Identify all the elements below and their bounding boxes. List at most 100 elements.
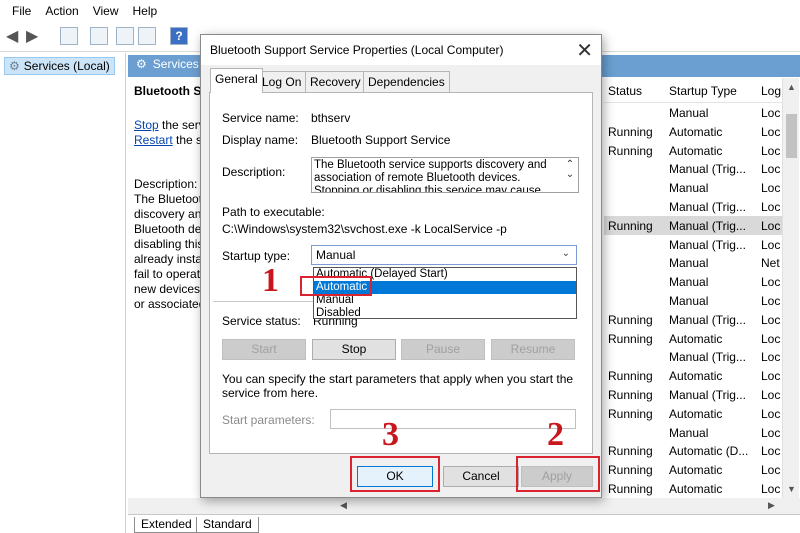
menu-file[interactable]: File — [6, 4, 39, 18]
row-log-on-as[interactable]: Loc — [761, 332, 781, 346]
tab-general[interactable]: General — [210, 68, 263, 93]
row-log-on-as[interactable]: Loc — [761, 444, 781, 458]
row-startup-type[interactable]: Manual — [669, 256, 708, 270]
help-icon[interactable]: ? — [170, 27, 188, 45]
highlight-box-apply — [516, 456, 600, 492]
forward-arrow-icon[interactable]: ▶ — [26, 26, 38, 46]
row-startup-type[interactable]: Manual — [669, 106, 708, 120]
startup-type-select[interactable]: Manual ⌄ — [311, 245, 577, 265]
row-log-on-as[interactable]: Loc — [761, 369, 781, 383]
row-startup-type[interactable]: Manual — [669, 426, 708, 440]
row-status[interactable]: Running — [608, 144, 653, 158]
row-log-on-as[interactable]: Loc — [761, 162, 781, 176]
row-status[interactable]: Running — [608, 463, 653, 477]
row-startup-type[interactable]: Automatic — [669, 369, 722, 383]
menu-help[interactable]: Help — [127, 4, 166, 18]
resume-button[interactable]: Resume — [491, 339, 575, 360]
column-header-startup-type[interactable]: Startup Type — [669, 84, 737, 98]
view-tabs: Extended Standard — [128, 514, 800, 533]
path-label: Path to executable: — [222, 205, 325, 219]
row-status[interactable]: Running — [608, 219, 653, 233]
start-parameters-input[interactable] — [330, 409, 576, 429]
horizontal-scrollbar[interactable]: ◀ ▶ — [128, 498, 800, 514]
row-log-on-as[interactable]: Loc — [761, 181, 781, 195]
row-startup-type[interactable]: Automatic — [669, 332, 722, 346]
row-status[interactable]: Running — [608, 313, 653, 327]
row-status[interactable]: Running — [608, 332, 653, 346]
chevron-down-icon[interactable]: ⌄ — [562, 248, 570, 259]
stop-service-link[interactable]: Stop — [134, 118, 159, 132]
refresh-icon[interactable] — [116, 27, 134, 45]
row-log-on-as[interactable]: Loc — [761, 238, 781, 252]
scroll-down-icon[interactable]: ▼ — [787, 484, 796, 494]
back-arrow-icon[interactable]: ◀ — [6, 26, 18, 46]
row-startup-type[interactable]: Manual — [669, 275, 708, 289]
row-startup-type[interactable]: Manual (Trig... — [669, 388, 746, 402]
row-log-on-as[interactable]: Loc — [761, 388, 781, 402]
restart-service-link[interactable]: Restart — [134, 133, 173, 147]
row-startup-type[interactable]: Automatic — [669, 407, 722, 421]
properties-icon[interactable] — [90, 27, 108, 45]
tab-dependencies[interactable]: Dependencies — [363, 71, 450, 92]
tab-extended[interactable]: Extended — [134, 517, 199, 533]
row-startup-type[interactable]: Manual (Trig... — [669, 219, 746, 233]
row-startup-type[interactable]: Manual (Trig... — [669, 350, 746, 364]
row-log-on-as[interactable]: Loc — [761, 294, 781, 308]
column-header-status[interactable]: Status — [608, 84, 642, 98]
row-log-on-as[interactable]: Loc — [761, 219, 781, 233]
description-box[interactable]: The Bluetooth service supports discovery… — [311, 157, 579, 193]
row-startup-type[interactable]: Manual (Trig... — [669, 238, 746, 252]
row-startup-type[interactable]: Automatic — [669, 144, 722, 158]
highlight-box-automatic — [300, 276, 372, 296]
row-log-on-as[interactable]: Loc — [761, 144, 781, 158]
step-number-2: 2 — [547, 416, 564, 453]
export-list-icon[interactable] — [138, 27, 156, 45]
tab-recovery[interactable]: Recovery — [305, 71, 366, 92]
row-log-on-as[interactable]: Loc — [761, 313, 781, 327]
stop-button[interactable]: Stop — [312, 339, 396, 360]
option-disabled[interactable]: Disabled — [314, 307, 576, 320]
cancel-button[interactable]: Cancel — [443, 466, 519, 487]
row-startup-type[interactable]: Manual (Trig... — [669, 313, 746, 327]
row-log-on-as[interactable]: Loc — [761, 200, 781, 214]
row-log-on-as[interactable]: Loc — [761, 106, 781, 120]
row-startup-type[interactable]: Automatic — [669, 463, 722, 477]
row-log-on-as[interactable]: Loc — [761, 350, 781, 364]
row-status[interactable]: Running — [608, 444, 653, 458]
close-icon[interactable]: ✕ — [576, 38, 593, 63]
row-log-on-as[interactable]: Loc — [761, 407, 781, 421]
row-status[interactable]: Running — [608, 482, 653, 496]
scroll-right-icon[interactable]: ▶ — [768, 500, 775, 511]
description-scroll-icon[interactable]: ⌃ ⌄ — [564, 160, 576, 180]
row-log-on-as[interactable]: Loc — [761, 482, 781, 496]
row-status[interactable]: Running — [608, 369, 653, 383]
row-log-on-as[interactable]: Net — [761, 256, 781, 270]
row-startup-type[interactable]: Automatic (D... — [669, 444, 748, 458]
pause-button[interactable]: Pause — [401, 339, 485, 360]
menu-view[interactable]: View — [87, 4, 127, 18]
row-startup-type[interactable]: Automatic — [669, 482, 722, 496]
row-log-on-as[interactable]: Loc — [761, 463, 781, 477]
row-log-on-as[interactable]: Loc — [761, 275, 781, 289]
tab-standard[interactable]: Standard — [196, 517, 259, 533]
row-startup-type[interactable]: Manual (Trig... — [669, 162, 746, 176]
row-startup-type[interactable]: Manual — [669, 181, 708, 195]
row-startup-type[interactable]: Automatic — [669, 125, 722, 139]
tab-log-on[interactable]: Log On — [257, 71, 307, 92]
row-status[interactable]: Running — [608, 125, 653, 139]
scroll-left-icon[interactable]: ◀ — [340, 500, 347, 511]
tree-item-services-local[interactable]: ⚙ Services (Local) — [4, 57, 115, 75]
row-log-on-as[interactable]: Loc — [761, 125, 781, 139]
console-tree-icon[interactable] — [60, 27, 78, 45]
scroll-up-icon[interactable]: ▲ — [787, 82, 796, 92]
row-status[interactable]: Running — [608, 407, 653, 421]
menu-action[interactable]: Action — [39, 4, 86, 18]
start-button[interactable]: Start — [222, 339, 306, 360]
row-startup-type[interactable]: Manual (Trig... — [669, 200, 746, 214]
row-status[interactable]: Running — [608, 388, 653, 402]
scroll-thumb[interactable] — [786, 114, 797, 158]
row-log-on-as[interactable]: Loc — [761, 426, 781, 440]
row-startup-type[interactable]: Manual — [669, 294, 708, 308]
vertical-scrollbar[interactable]: ▲ ▼ — [782, 78, 799, 498]
column-header-log-on-as[interactable]: Log — [761, 84, 781, 98]
